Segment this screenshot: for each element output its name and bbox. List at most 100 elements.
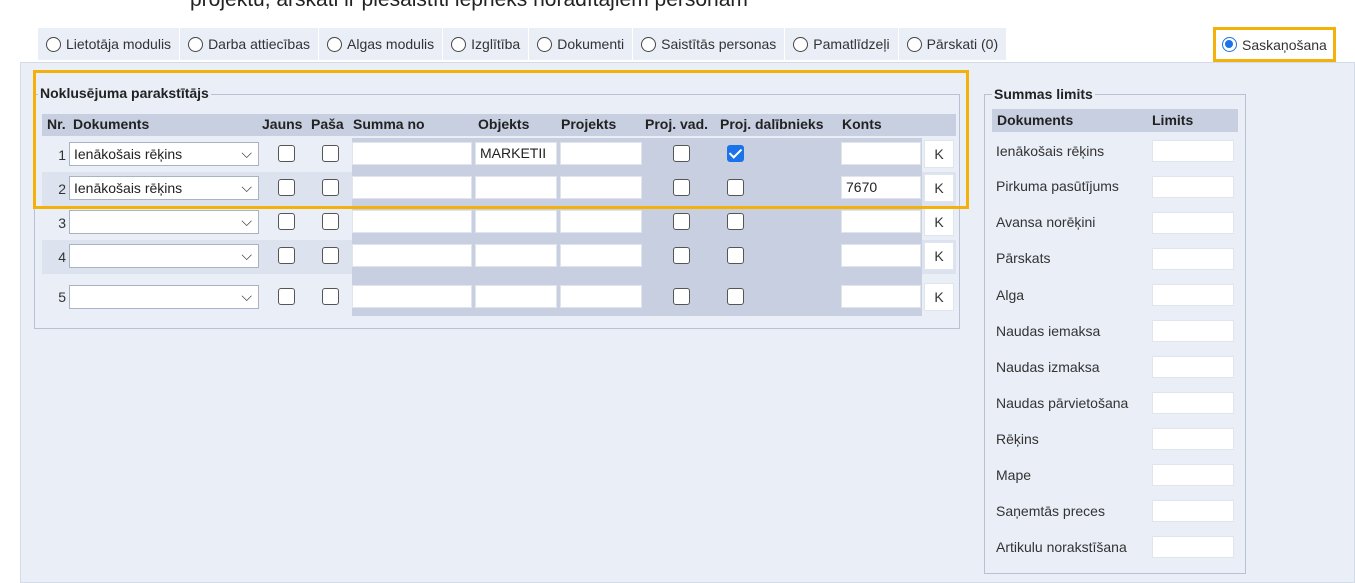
limit-input[interactable] — [1152, 500, 1234, 522]
pasa-checkbox[interactable] — [322, 213, 339, 230]
konts-input[interactable] — [841, 210, 921, 233]
jauns-checkbox[interactable] — [278, 145, 295, 162]
tab-label: Pārskati (0) — [926, 36, 999, 52]
proj-dalibnieks-checkbox[interactable] — [727, 145, 744, 162]
document-select[interactable]: Ienākošais rēķins ⌵ — [69, 142, 259, 166]
proj-dalibnieks-checkbox[interactable] — [727, 179, 744, 196]
k-button[interactable]: K — [924, 174, 954, 202]
radio-icon — [641, 36, 657, 52]
summa-no-input[interactable] — [352, 210, 472, 233]
k-button[interactable]: K — [924, 208, 954, 236]
tab-saskanosana[interactable]: Saskaņošana — [1213, 27, 1336, 62]
pasa-checkbox[interactable] — [322, 288, 339, 305]
k-button[interactable]: K — [924, 242, 954, 270]
tab-izglitiba[interactable]: Izglītība — [443, 28, 530, 60]
document-select[interactable]: ⌵ — [69, 210, 259, 234]
projekts-input[interactable] — [560, 285, 642, 308]
k-button[interactable]: K — [924, 283, 954, 311]
limit-input[interactable] — [1152, 356, 1234, 378]
konts-input[interactable] — [841, 285, 921, 308]
tab-label: Lietotāja modulis — [66, 36, 172, 52]
limit-label: Ienākošais rēķins — [996, 143, 1105, 159]
jauns-checkbox[interactable] — [278, 288, 295, 305]
konts-input[interactable] — [841, 142, 921, 165]
tab-darba-attiecibas[interactable]: Darba attiecības — [180, 28, 320, 60]
limit-input[interactable] — [1152, 320, 1234, 342]
radio-selected-icon — [1222, 37, 1237, 52]
pasa-checkbox[interactable] — [322, 179, 339, 196]
konts-input[interactable] — [841, 244, 921, 267]
projekts-input[interactable] — [560, 244, 642, 267]
limit-input[interactable] — [1152, 212, 1234, 234]
proj-dalibnieks-checkbox[interactable] — [727, 288, 744, 305]
limit-input[interactable] — [1152, 392, 1234, 414]
projekts-input[interactable] — [560, 176, 642, 199]
tab-pamatlidzekli[interactable]: Pamatlīdzeļi — [785, 28, 899, 60]
amount-limits-title: Summas limits — [992, 86, 1095, 102]
col-objekts: Objekts — [478, 116, 530, 132]
objekts-input[interactable] — [475, 244, 557, 267]
summa-no-input[interactable] — [352, 244, 472, 267]
tab-algas-modulis[interactable]: Algas modulis — [319, 28, 444, 60]
document-select[interactable]: ⌵ — [69, 285, 259, 309]
limits-col-limits: Limits — [1152, 112, 1194, 128]
tab-label: Saistītās personas — [661, 36, 777, 52]
proj-dalibnieks-checkbox[interactable] — [727, 247, 744, 264]
chevron-down-icon: ⌵ — [241, 145, 252, 161]
proj-dalibnieks-checkbox[interactable] — [727, 213, 744, 230]
jauns-checkbox[interactable] — [278, 179, 295, 196]
limit-input[interactable] — [1152, 536, 1234, 558]
tab-dokumenti[interactable]: Dokumenti — [529, 28, 634, 60]
radio-icon — [793, 36, 809, 52]
limit-label: Mape — [996, 467, 1032, 483]
k-button[interactable]: K — [924, 140, 954, 168]
tab-saistitas-personas[interactable]: Saistītās personas — [633, 28, 786, 60]
limit-input[interactable] — [1152, 140, 1234, 162]
limit-input[interactable] — [1152, 464, 1234, 486]
document-select[interactable]: ⌵ — [69, 244, 259, 268]
col-dokuments: Dokuments — [73, 116, 150, 132]
col-proj-vad: Proj. vad. — [645, 116, 709, 132]
limit-label: Saņemtās preces — [996, 503, 1105, 519]
radio-icon — [537, 36, 553, 52]
objekts-input[interactable] — [475, 285, 557, 308]
row-number: 5 — [58, 289, 66, 305]
chevron-down-icon: ⌵ — [241, 247, 252, 263]
jauns-checkbox[interactable] — [278, 213, 295, 230]
proj-vad-checkbox[interactable] — [673, 179, 690, 196]
radio-icon — [451, 36, 467, 52]
col-projekts: Projekts — [561, 116, 617, 132]
col-nr: Nr. — [47, 116, 66, 132]
limit-input[interactable] — [1152, 248, 1234, 270]
limit-label: Naudas izmaksa — [996, 359, 1100, 375]
summa-no-input[interactable] — [352, 176, 472, 199]
limit-input[interactable] — [1152, 284, 1234, 306]
limit-input[interactable] — [1152, 176, 1234, 198]
jauns-checkbox[interactable] — [278, 247, 295, 264]
proj-vad-checkbox[interactable] — [673, 213, 690, 230]
tab-label: Pamatlīdzeļi — [813, 36, 890, 52]
limit-input[interactable] — [1152, 428, 1234, 450]
col-jauns: Jauns — [262, 116, 303, 132]
objekts-input[interactable] — [475, 210, 557, 233]
limit-label: Artikulu norakstīšana — [996, 539, 1127, 555]
default-signer-title: Noklusējuma parakstītājs — [38, 85, 211, 101]
tab-lietotaja-modulis[interactable]: Lietotāja modulis — [38, 28, 181, 60]
document-select[interactable]: Ienākošais rēķins ⌵ — [69, 176, 259, 200]
summa-no-input[interactable] — [352, 142, 472, 165]
proj-vad-checkbox[interactable] — [673, 247, 690, 264]
konts-input[interactable]: 7670 — [841, 176, 921, 199]
limit-label: Pirkuma pasūtījums — [996, 178, 1119, 194]
proj-vad-checkbox[interactable] — [673, 145, 690, 162]
summa-no-input[interactable] — [352, 285, 472, 308]
document-select-value: Ienākošais rēķins — [74, 146, 183, 162]
proj-vad-checkbox[interactable] — [673, 288, 690, 305]
pasa-checkbox[interactable] — [322, 145, 339, 162]
objekts-input[interactable]: MARKETII — [475, 142, 557, 165]
projekts-input[interactable] — [560, 142, 642, 165]
pasa-checkbox[interactable] — [322, 247, 339, 264]
projekts-input[interactable] — [560, 210, 642, 233]
row-number: 2 — [58, 181, 66, 197]
objekts-input[interactable] — [475, 176, 557, 199]
tab-parskati[interactable]: Pārskati (0) — [898, 28, 1008, 60]
